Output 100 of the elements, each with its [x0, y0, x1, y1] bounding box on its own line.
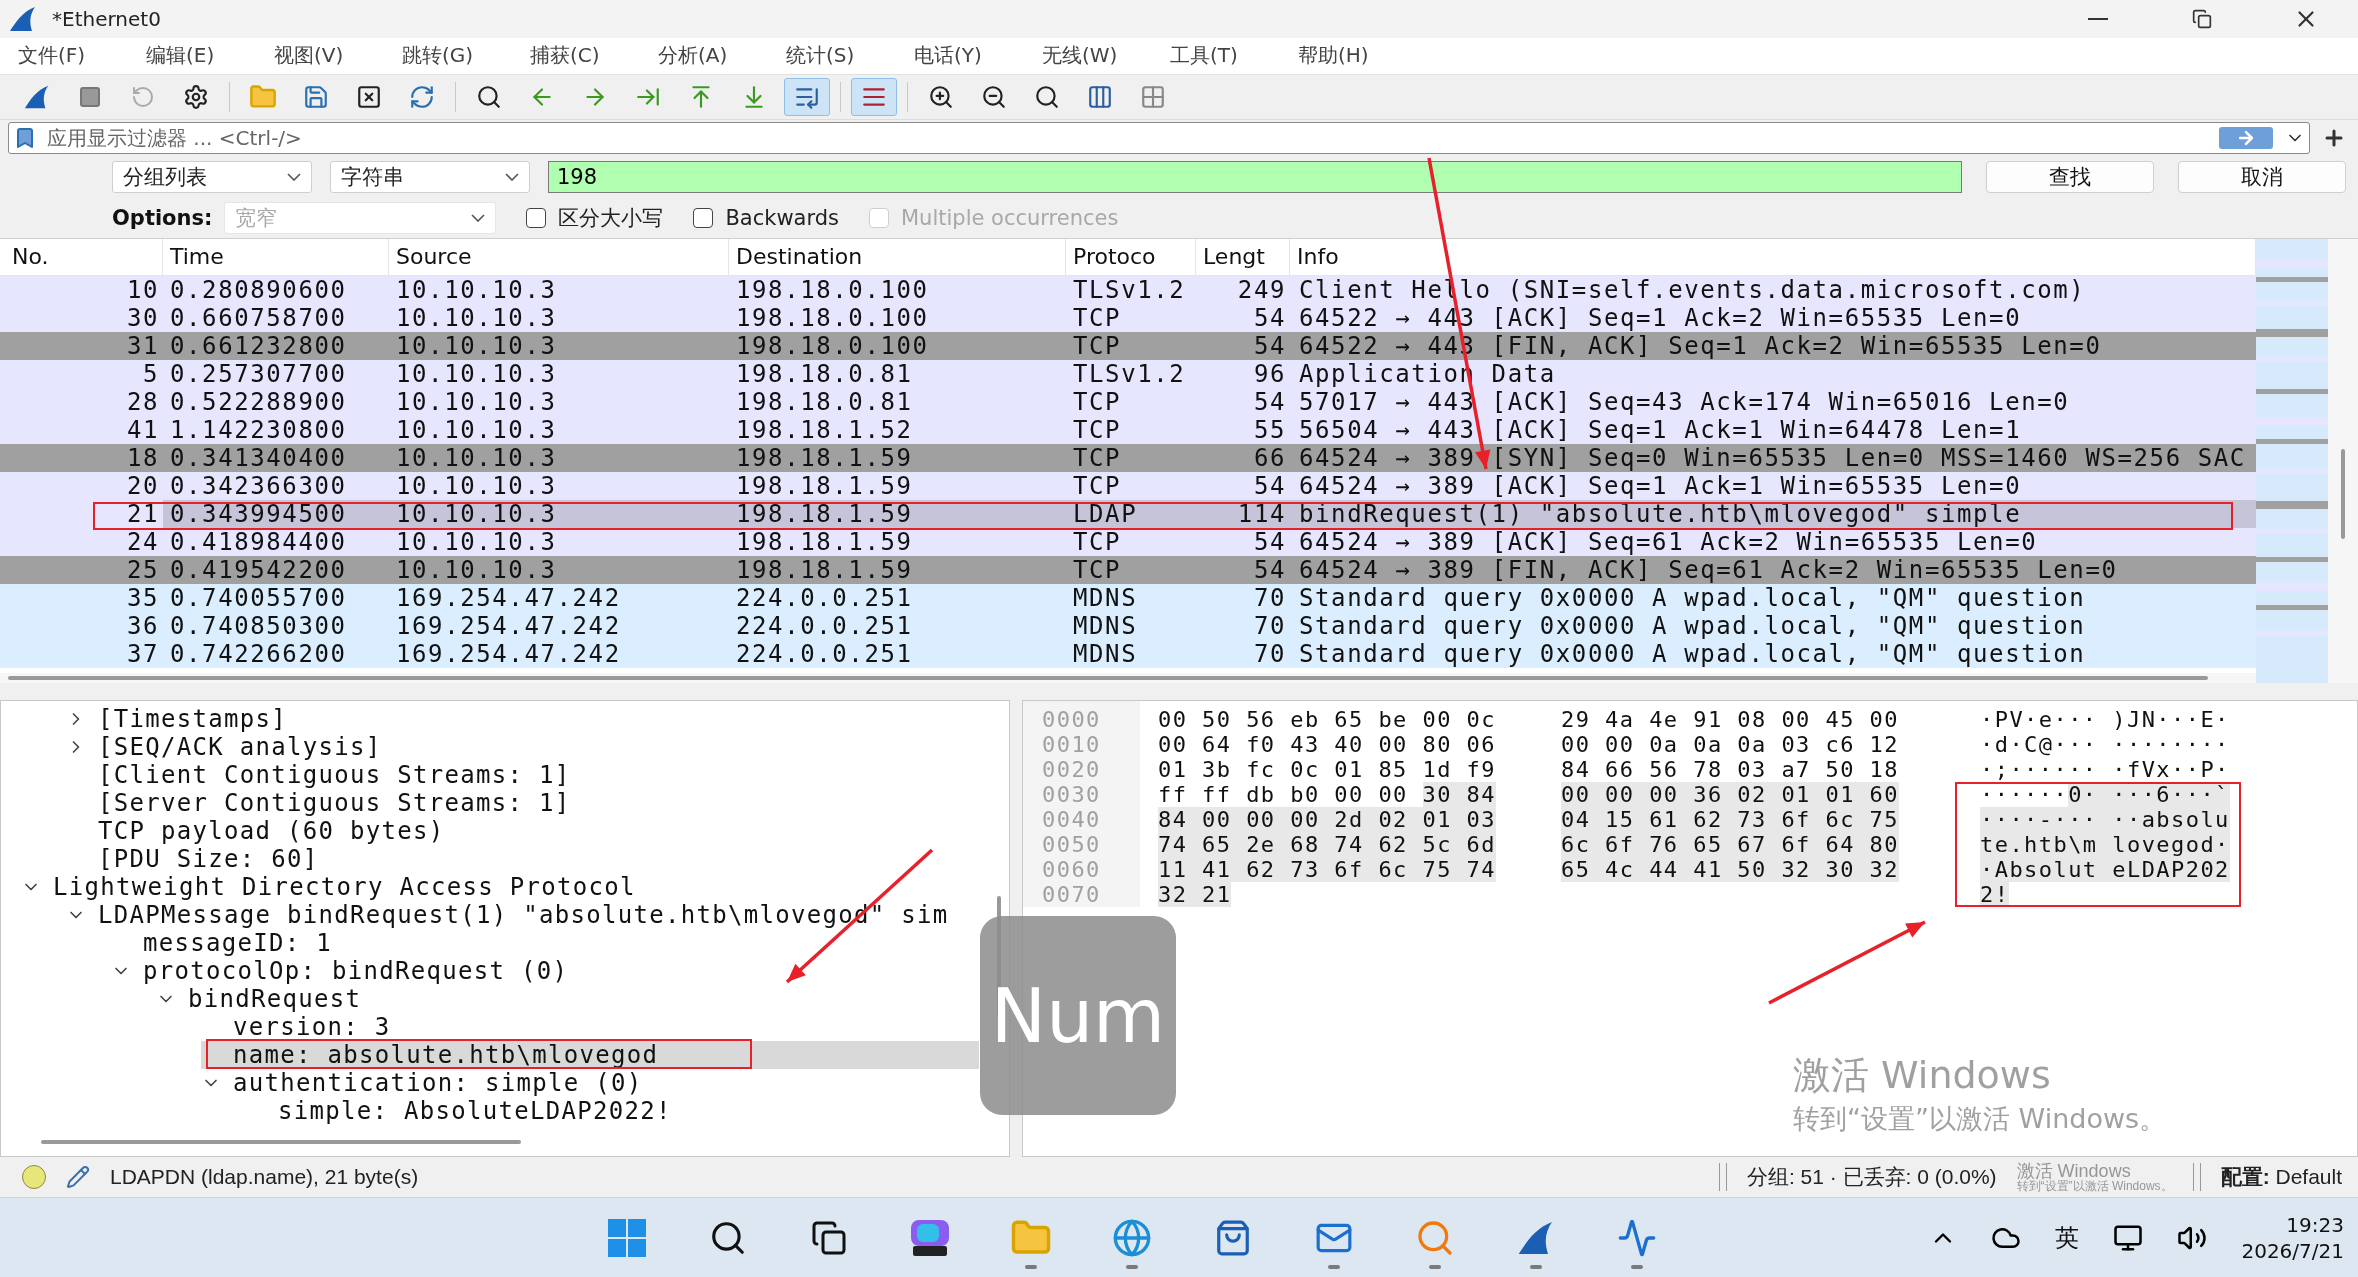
table-cell-text: 70 — [1252, 639, 1287, 668]
settings-icon — [183, 83, 209, 110]
column-header[interactable]: Time — [163, 238, 389, 275]
activation-watermark-text: 转到“设置”以激活 Windows。 — [2016, 1180, 2173, 1193]
toolbar-button[interactable] — [851, 77, 897, 116]
checkbox-option[interactable]: Backwards — [693, 205, 839, 230]
hex-bytes: 11 41 62 73 6f 6c 75 74 — [1158, 857, 1496, 883]
menu-item[interactable]: 编辑(E) — [128, 42, 256, 70]
table-cell-text: MDNS — [1072, 639, 1139, 668]
table-cell-text: TLSv1.2 — [1072, 359, 1187, 388]
status-field: LDAPDN (ldap.name), 21 byte(s) — [110, 1165, 419, 1190]
table-cell-text: TCP — [1072, 415, 1123, 444]
zoom-reset-icon — [1034, 83, 1060, 110]
profile-label[interactable]: 配置: Default — [2220, 1163, 2342, 1192]
menu-item[interactable]: 无线(W) — [1024, 42, 1152, 70]
tree-item[interactable]: messageID: 1 — [111, 929, 979, 958]
table-cell-text: 0.343994500 — [169, 499, 348, 528]
filter-input[interactable]: 应用显示过滤器 ... <Ctrl-/> — [45, 124, 2211, 151]
packet-row[interactable]: 37 0.742266200 169.254.47.242 224.0.0.251 MDNS 70 Standard query 0x0000 A wpad.local, "QM" question — [0, 639, 2256, 668]
packet-row[interactable]: 25 0.419542200 10.10.10.3 198.18.1.59 TCP 54 64524 → 389 [FIN, ACK] Seq=61 Ack=2 Win=65535 Len=0 — [0, 555, 2256, 584]
menu-item[interactable]: 电话(Y) — [896, 42, 1024, 70]
menu-item[interactable]: 视图(V) — [256, 42, 384, 70]
column-header[interactable]: Protoco — [1066, 238, 1196, 275]
packet-row[interactable]: 20 0.342366300 10.10.10.3 198.18.1.59 TCP 54 64524 → 389 [ACK] Seq=1 Ack=1 Win=65535 Len=0 — [0, 471, 2256, 500]
menu-item[interactable]: 工具(T) — [1152, 42, 1280, 70]
table-cell-text: 0.257307700 — [169, 359, 348, 388]
expert-info-icon[interactable] — [22, 1165, 46, 1190]
tree-item[interactable]: version: 3 — [201, 1013, 979, 1042]
table-cell-text: 0.418984400 — [169, 527, 348, 556]
chevron-down-icon — [505, 172, 519, 181]
search-type-dropdown[interactable]: 字符串 — [330, 160, 530, 193]
table-cell-text: 96 — [1252, 359, 1287, 388]
options-label: Options: — [112, 205, 213, 230]
checkbox-option[interactable]: 区分大小写 — [526, 203, 664, 232]
packet-row[interactable]: 18 0.341340400 10.10.10.3 198.18.1.59 TCP 66 64524 → 389 [SYN] Seq=0 Win=65535 Len=0 MSS=1460 WS=256 SAC — [0, 443, 2256, 472]
search-field[interactable]: 198 — [548, 160, 1962, 193]
table-cell-text: 198.18.1.59 — [735, 471, 914, 500]
tree-item[interactable]: simple: AbsoluteLDAP2022! — [246, 1097, 979, 1126]
apply-filter-button[interactable] — [2219, 126, 2273, 149]
hex-bytes: 00 00 0a 0a 0a 03 c6 12 — [1561, 732, 1899, 758]
byte-offset: 0020 — [1042, 757, 1101, 783]
packet-row[interactable]: 35 0.740055700 169.254.47.242 224.0.0.251 MDNS 70 Standard query 0x0000 A wpad.local, "QM" question — [0, 583, 2256, 612]
menu-item[interactable]: 跳转(G) — [384, 42, 512, 70]
table-cell-text: 10.10.10.3 — [395, 359, 558, 388]
byte-offset: 0030 — [1042, 782, 1101, 808]
dialog-button[interactable]: 查找 — [1986, 160, 2154, 193]
menu-item[interactable]: 帮助(H) — [1280, 42, 1408, 70]
tree-item[interactable]: TCP payload (60 bytes) — [66, 817, 979, 846]
column-header[interactable]: Source — [389, 238, 729, 275]
packet-row[interactable]: 36 0.740850300 169.254.47.242 224.0.0.251 MDNS 70 Standard query 0x0000 A wpad.local, "QM" question — [0, 611, 2256, 640]
activation-watermark-title: 激活 Windows — [2016, 1161, 2132, 1181]
edit-icon[interactable] — [66, 1165, 90, 1190]
ascii-bytes: 2! — [1980, 882, 2010, 908]
column-header[interactable]: Lengt — [1196, 238, 1290, 275]
tree-item[interactable]: protocolOp: bindRequest (0) — [111, 957, 979, 986]
menu-item[interactable]: 捕获(C) — [512, 42, 640, 70]
byte-offset: 0010 — [1042, 732, 1101, 758]
search-scope-dropdown[interactable]: 分组列表 — [112, 160, 312, 193]
column-header[interactable]: Destination — [729, 238, 1066, 275]
table-cell-text: 0.280890600 — [169, 275, 348, 304]
packet-row[interactable]: 41 1.142230800 10.10.10.3 198.18.1.52 TCP 55 56504 → 443 [ACK] Seq=1 Ack=1 Win=64478 Len=1 — [0, 415, 2256, 444]
close-file-icon — [356, 83, 382, 110]
ascii-bytes: ····-··· ··absolu — [1980, 807, 2230, 833]
tree-item[interactable]: bindRequest — [156, 985, 979, 1014]
checkbox[interactable] — [693, 207, 714, 228]
packet-row[interactable]: 28 0.522288900 10.10.10.3 198.18.0.81 TCP 54 57017 → 443 [ACK] Seq=43 Ack=174 Win=65016 Len=0 — [0, 387, 2256, 416]
tree-item[interactable]: Lightweight Directory Access Protocol — [21, 873, 979, 902]
zoom-out-icon — [981, 83, 1007, 110]
input-language[interactable]: 英 — [2055, 1221, 2080, 1254]
menu-item[interactable]: 文件(F) — [0, 42, 128, 70]
table-cell-text: Standard query 0x0000 A wpad.local, "QM" question — [1298, 639, 2087, 668]
menu-item[interactable]: 统计(S) — [768, 42, 896, 70]
menu-item[interactable]: 分析(A) — [640, 42, 768, 70]
table-cell-text: 54 — [1252, 303, 1287, 332]
table-cell-text: MDNS — [1072, 611, 1139, 640]
display-filter-field[interactable]: 应用显示过滤器 ... <Ctrl-/> — [8, 121, 2310, 154]
table-cell-text: 54 — [1252, 527, 1287, 556]
folder-icon — [249, 82, 277, 111]
tree-item[interactable]: [Timestamps] — [66, 705, 979, 734]
table-cell-text: 0.661232800 — [169, 331, 348, 360]
tree-item[interactable]: [Server Contiguous Streams: 1] — [66, 789, 979, 818]
dialog-button[interactable]: 取消 — [2178, 160, 2346, 193]
table-cell-text: 0.342366300 — [169, 471, 348, 500]
tree-item[interactable]: [SEQ/ACK analysis] — [66, 733, 979, 762]
tree-item[interactable]: name: absolute.htb\mlovegod — [201, 1041, 979, 1070]
byte-offset: 0040 — [1042, 807, 1101, 833]
tree-item[interactable]: [Client Contiguous Streams: 1] — [66, 761, 979, 790]
tree-item[interactable]: authentication: simple (0) — [201, 1069, 979, 1098]
column-header[interactable]: No. — [0, 238, 163, 275]
table-cell-text: 198.18.0.81 — [735, 359, 914, 388]
checkbox[interactable] — [526, 207, 547, 228]
hex-bytes: ff ff db b0 00 00 30 84 — [1158, 782, 1496, 808]
hex-bytes: 00 64 f0 43 40 00 80 06 — [1158, 732, 1496, 758]
tree-item[interactable]: [PDU Size: 60] — [66, 845, 979, 874]
clock[interactable]: 19:23 2026/7/21 — [2241, 1212, 2344, 1263]
table-cell-text: 54 — [1252, 387, 1287, 416]
table-cell-text: LDAP — [1072, 499, 1139, 528]
table-cell-text: 198.18.1.59 — [735, 555, 914, 584]
table-cell-text: 54 — [1252, 471, 1287, 500]
stop-icon — [78, 84, 102, 109]
